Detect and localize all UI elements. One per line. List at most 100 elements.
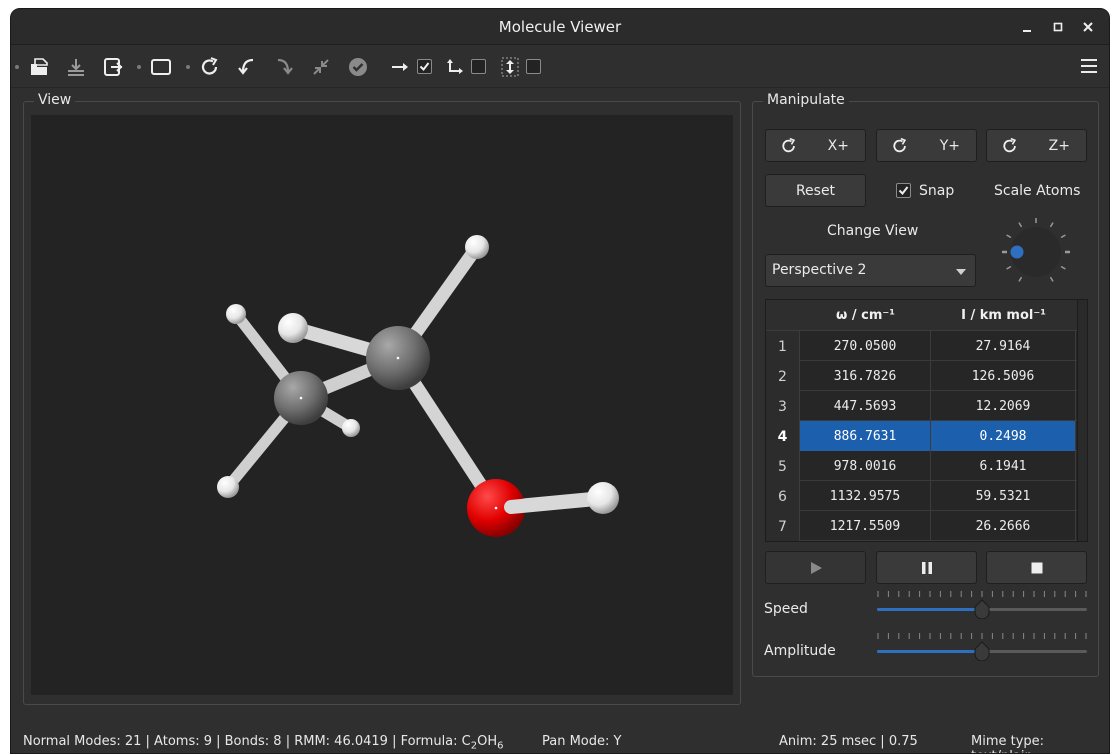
rectangle-select-icon[interactable] [148, 54, 174, 80]
intensity-cell: 26.2666 [931, 511, 1076, 541]
rotate-icon [782, 137, 796, 153]
hamburger-menu-icon[interactable] [1081, 59, 1097, 73]
export-icon[interactable] [100, 54, 126, 80]
bond [504, 492, 603, 514]
hydrogen-atom[interactable] [465, 235, 489, 259]
formula-mid: OH [477, 734, 498, 749]
refresh-icon[interactable] [197, 54, 223, 80]
change-view-label: Change View [827, 223, 919, 239]
snap-checkbox[interactable] [896, 183, 911, 198]
rotate-icon [1003, 137, 1017, 153]
table-header: ω / cm⁻¹ I / km mol⁻¹ [766, 300, 1087, 331]
hydrogen-atom[interactable] [278, 313, 308, 343]
maximize-icon[interactable] [1048, 17, 1068, 37]
toolbar-separator [186, 65, 190, 69]
stop-button[interactable] [986, 551, 1087, 584]
rotate-z-label: Z+ [1048, 137, 1070, 154]
row-number: 4 [766, 421, 800, 451]
intensity-cell: 12.2069 [931, 391, 1076, 421]
vertical-resize-icon[interactable] [497, 54, 523, 80]
atom-center-dot [396, 356, 400, 360]
hydrogen-atom[interactable] [342, 419, 360, 437]
hydrogen-atom[interactable] [226, 304, 246, 324]
status-anim: Anim: 25 msec | 0.75 [779, 734, 918, 749]
row-number: 3 [766, 391, 800, 421]
modes-table: ω / cm⁻¹ I / km mol⁻¹ 1 270.0500 27.9164 2 3… [765, 299, 1088, 542]
atom-center-dot [494, 506, 498, 510]
dial-knob[interactable] [1010, 245, 1024, 259]
row-number: 5 [766, 451, 800, 481]
app-window: Molecule Viewer View Manipulate X+ Y+ Z+… [10, 8, 1110, 754]
view-label: View [34, 92, 76, 108]
table-row[interactable]: 4 886.7631 0.2498 [766, 421, 1087, 451]
toolbar [11, 46, 1109, 88]
status-pan-mode: Pan Mode: Y [542, 734, 622, 749]
table-row[interactable]: 7 1217.5509 26.2666 [766, 511, 1087, 541]
hydrogen-atom[interactable] [587, 482, 619, 514]
rotate-x-button[interactable]: X+ [765, 129, 866, 162]
check-circle-icon[interactable] [345, 54, 371, 80]
table-row[interactable]: 5 978.0016 6.1941 [766, 451, 1087, 481]
snap-label: Snap [919, 183, 955, 199]
hydrogen-atom[interactable] [217, 476, 239, 498]
molecule-render[interactable] [31, 115, 733, 695]
row-number: 6 [766, 481, 800, 511]
vertical-checkbox[interactable] [526, 59, 541, 74]
view-panel: View [23, 92, 741, 705]
status-info: Normal Modes: 21 | Atoms: 9 | Bonds: 8 |… [23, 734, 504, 752]
table-row[interactable]: 2 316.7826 126.5096 [766, 361, 1087, 391]
status-info-text: Normal Modes: 21 | Atoms: 9 | Bonds: 8 |… [23, 734, 471, 749]
view-dropdown[interactable]: Perspective 2 [765, 254, 976, 287]
rotate-x-label: X+ [827, 137, 849, 154]
intensity-cell: 27.9164 [931, 331, 1076, 361]
save-download-icon[interactable] [63, 54, 89, 80]
omega-cell: 270.0500 [800, 331, 931, 361]
play-icon [810, 561, 822, 574]
table-row[interactable]: 6 1132.9575 59.5321 [766, 481, 1087, 511]
pause-icon [921, 561, 932, 574]
molecule-canvas[interactable] [31, 115, 733, 695]
table-row[interactable]: 1 270.0500 27.9164 [766, 331, 1087, 361]
omega-cell: 886.7631 [800, 421, 931, 451]
scale-atoms-label: Scale Atoms [994, 183, 1081, 199]
close-icon[interactable] [1078, 17, 1098, 37]
reset-button[interactable]: Reset [765, 174, 866, 207]
intensity-cell: 0.2498 [931, 421, 1076, 451]
play-button[interactable] [765, 551, 866, 584]
arrow-right-icon[interactable] [387, 54, 413, 80]
toolbar-separator [137, 65, 141, 69]
intensity-cell: 6.1941 [931, 451, 1076, 481]
intensity-cell: 126.5096 [931, 361, 1076, 391]
amplitude-slider-fill [877, 650, 982, 653]
rotate-z-button[interactable]: Z+ [986, 129, 1087, 162]
omega-cell: 1217.5509 [800, 511, 931, 541]
minimize-icon[interactable] [1017, 17, 1037, 37]
speed-slider-fill [877, 608, 982, 611]
amplitude-slider-handle[interactable] [974, 641, 990, 661]
col-header-omega[interactable]: ω / cm⁻¹ [800, 308, 931, 323]
atom-center-dot [299, 396, 303, 400]
title-bar: Molecule Viewer [11, 9, 1109, 45]
toolbar-separator [15, 65, 19, 69]
arrow-checkbox[interactable] [417, 59, 432, 74]
open-file-icon[interactable] [26, 54, 52, 80]
status-mime: Mime type: text/plain [971, 734, 1045, 753]
status-bar: Normal Modes: 21 | Atoms: 9 | Bonds: 8 |… [11, 724, 1109, 753]
redo-icon[interactable] [271, 54, 297, 80]
undo-icon[interactable] [234, 54, 260, 80]
table-scrollbar[interactable] [1077, 300, 1087, 541]
col-header-intensity[interactable]: I / km mol⁻¹ [931, 308, 1076, 323]
omega-cell: 316.7826 [800, 361, 931, 391]
pause-button[interactable] [876, 551, 977, 584]
row-number: 1 [766, 331, 800, 361]
row-number: 2 [766, 361, 800, 391]
collapse-icon[interactable] [308, 54, 334, 80]
scale-atoms-dial[interactable] [998, 214, 1074, 290]
axes-icon[interactable] [442, 54, 468, 80]
speed-label: Speed [764, 601, 808, 617]
table-row[interactable]: 3 447.5693 12.2069 [766, 391, 1087, 421]
stop-icon [1031, 562, 1042, 573]
speed-slider-handle[interactable] [974, 599, 990, 619]
axes-checkbox[interactable] [471, 59, 486, 74]
rotate-y-button[interactable]: Y+ [876, 129, 977, 162]
